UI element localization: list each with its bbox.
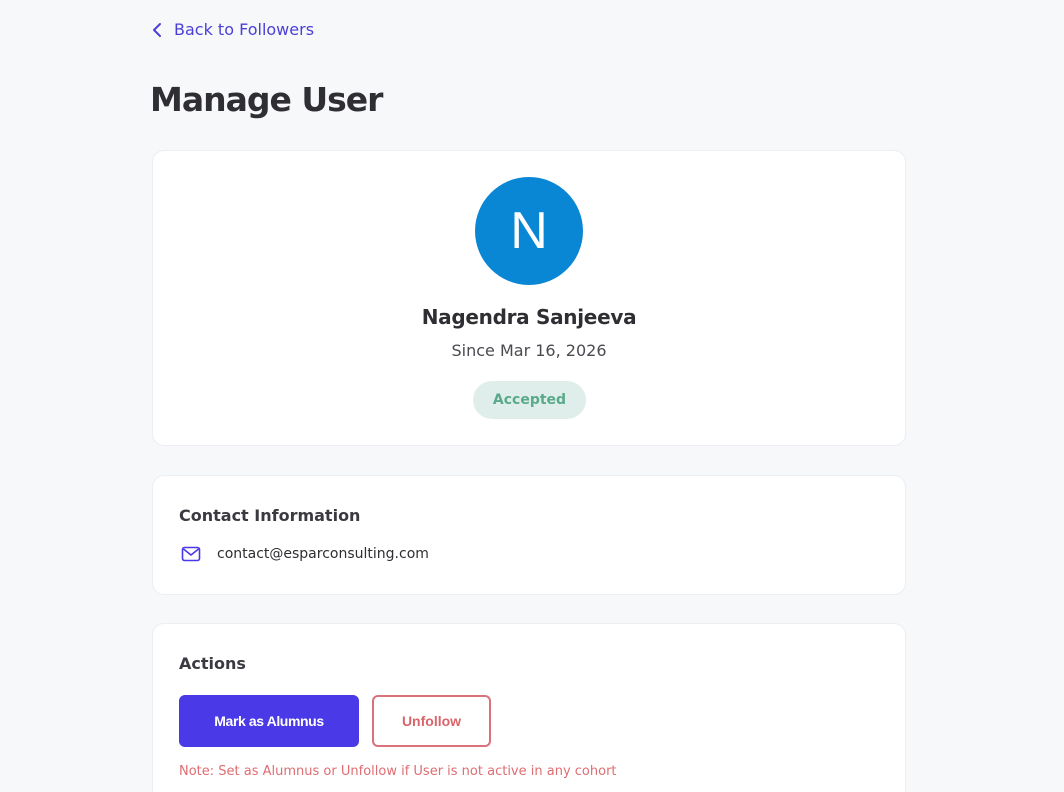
contact-section-title: Contact Information xyxy=(179,506,361,525)
manage-user-page: Back to Followers Manage User N Nagendra… xyxy=(0,0,1064,792)
member-since: Since Mar 16, 2026 xyxy=(451,341,607,360)
contact-information-card: Contact Information contact@esparconsult… xyxy=(152,475,906,595)
user-name: Nagendra Sanjeeva xyxy=(421,305,637,329)
email-row: contact@esparconsulting.com xyxy=(181,546,429,562)
back-link-label: Back to Followers xyxy=(174,20,315,39)
actions-note: Note: Set as Alumnus or Unfollow if User… xyxy=(179,764,617,779)
email-address: contact@esparconsulting.com xyxy=(217,546,429,562)
page-title: Manage User xyxy=(150,80,383,119)
actions-card: Actions Mark as Alumnus Unfollow Note: S… xyxy=(152,623,906,792)
status-badge: Accepted xyxy=(473,381,586,419)
back-to-followers-link[interactable]: Back to Followers xyxy=(152,20,314,39)
mark-as-alumnus-button[interactable]: Mark as Alumnus xyxy=(179,695,359,747)
unfollow-button[interactable]: Unfollow xyxy=(372,695,491,747)
chevron-left-icon xyxy=(152,22,162,38)
avatar: N xyxy=(475,177,583,285)
profile-card: N Nagendra Sanjeeva Since Mar 16, 2026 A… xyxy=(152,150,906,446)
actions-section-title: Actions xyxy=(179,654,246,673)
mail-icon xyxy=(181,546,201,562)
